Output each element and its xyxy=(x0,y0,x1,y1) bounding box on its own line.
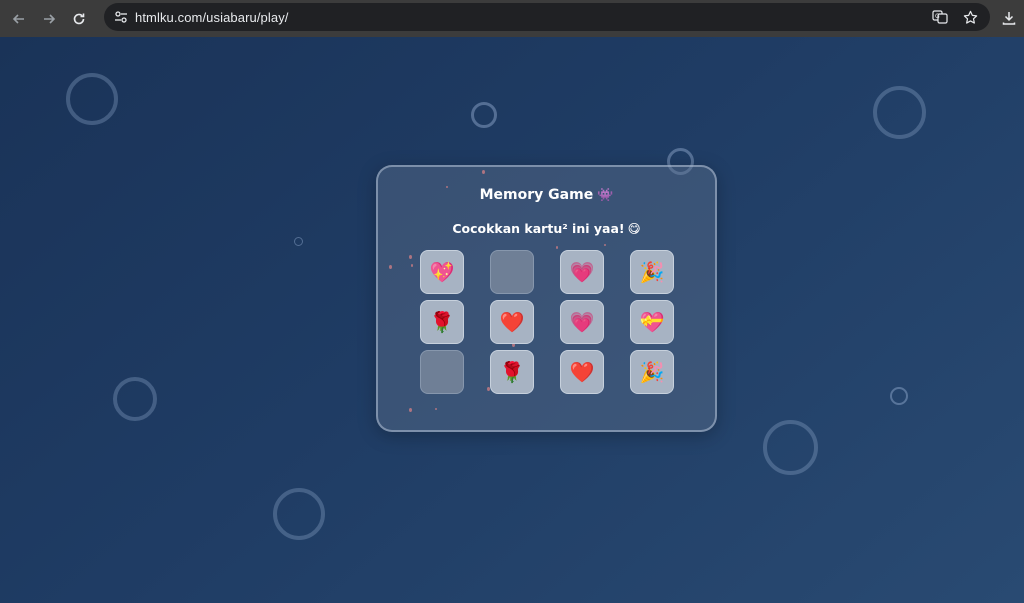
browser-toolbar: htmlku.com/usiabaru/play/ G xyxy=(0,0,1024,37)
forward-arrow-icon xyxy=(44,13,56,24)
alien-monster-icon: 👾 xyxy=(597,188,614,203)
memory-card[interactable]: 💗 xyxy=(560,300,604,344)
back-arrow-icon xyxy=(12,13,24,24)
card-face: 🌹 xyxy=(499,360,525,384)
memory-card[interactable] xyxy=(490,250,534,294)
yum-face-icon: 😋 xyxy=(627,221,641,236)
decor-bubble xyxy=(113,377,157,421)
decor-bubble xyxy=(890,387,908,405)
reload-icon xyxy=(73,13,85,24)
back-button[interactable] xyxy=(8,8,30,30)
card-face: 🎉 xyxy=(639,360,665,384)
memory-card[interactable]: 💗 xyxy=(560,250,604,294)
download-button[interactable] xyxy=(998,7,1020,29)
memory-card[interactable]: 🌹 xyxy=(420,300,464,344)
card-face: 💗 xyxy=(569,310,595,334)
tune-icon xyxy=(115,11,127,23)
game-instructions: Cocokkan kartu² ini yaa! 😋 xyxy=(378,221,715,236)
card-face: 💝 xyxy=(639,310,665,334)
card-face: ❤️ xyxy=(569,360,595,384)
memory-card[interactable] xyxy=(420,350,464,394)
decor-bubble xyxy=(294,237,303,246)
card-face: 🌹 xyxy=(429,310,455,334)
memory-card[interactable]: 🎉 xyxy=(630,250,674,294)
game-instructions-text: Cocokkan kartu² ini yaa! xyxy=(452,221,625,236)
download-icon xyxy=(1002,12,1016,25)
bookmark-button[interactable] xyxy=(960,7,980,27)
game-page: Memory Game 👾 Cocokkan kartu² ini yaa! 😋 💖… xyxy=(0,37,1024,603)
decor-bubble xyxy=(66,73,118,125)
memory-card[interactable]: 🎉 xyxy=(630,350,674,394)
card-face: 🎉 xyxy=(639,260,665,284)
site-info-button[interactable] xyxy=(111,7,131,27)
decor-bubble xyxy=(763,420,818,475)
svg-text:G: G xyxy=(935,13,940,20)
reload-button[interactable] xyxy=(68,8,90,30)
game-title-text: Memory Game xyxy=(479,187,594,203)
game-panel: Memory Game 👾 Cocokkan kartu² ini yaa! 😋 💖… xyxy=(376,165,717,432)
translate-icon: G xyxy=(932,10,948,24)
decor-bubble xyxy=(471,102,497,128)
address-bar[interactable]: htmlku.com/usiabaru/play/ G xyxy=(104,3,990,31)
decor-bubble xyxy=(873,86,926,139)
star-icon xyxy=(963,10,977,24)
memory-card[interactable]: 💝 xyxy=(630,300,674,344)
url-text[interactable]: htmlku.com/usiabaru/play/ xyxy=(135,10,289,25)
translate-button[interactable]: G xyxy=(930,7,950,27)
forward-button[interactable] xyxy=(38,8,60,30)
memory-card[interactable]: 🌹 xyxy=(490,350,534,394)
memory-card[interactable]: ❤️ xyxy=(490,300,534,344)
card-face: 💖 xyxy=(429,260,455,284)
memory-card[interactable]: 💖 xyxy=(420,250,464,294)
card-grid: 💖 💗 🎉 🌹 ❤️ 💗 💝 🌹 ❤️ 🎉 xyxy=(420,250,674,394)
card-face: 💗 xyxy=(569,260,595,284)
memory-card[interactable]: ❤️ xyxy=(560,350,604,394)
decor-bubble xyxy=(273,488,325,540)
game-title: Memory Game 👾 xyxy=(378,187,715,203)
card-face: ❤️ xyxy=(499,310,525,334)
